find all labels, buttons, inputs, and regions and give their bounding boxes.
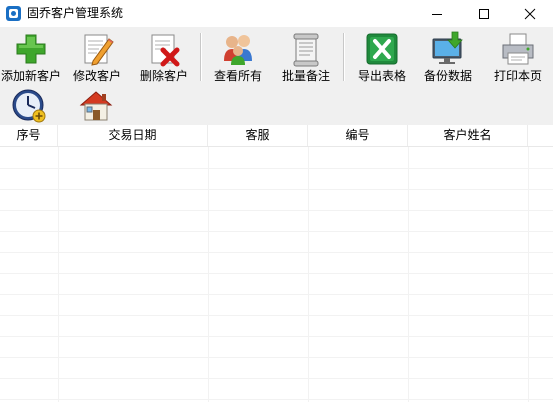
batch-note-label: 批量备注 <box>281 69 330 83</box>
edit-document-icon <box>84 34 114 66</box>
delete-customer-label: 删除客户 <box>139 69 188 83</box>
grid-row-line <box>0 378 553 379</box>
scroll-note-icon <box>293 33 319 67</box>
column-header-service[interactable]: 客服 <box>208 125 308 146</box>
users-icon <box>224 35 252 65</box>
minimize-icon <box>432 14 442 15</box>
printer-icon <box>502 33 534 65</box>
grid-column-line <box>308 147 309 402</box>
add-customer-label: 添加新客户 <box>0 69 61 83</box>
export-table-button[interactable]: 导出表格 <box>352 29 412 87</box>
close-icon <box>524 8 536 20</box>
grid-row-line <box>0 294 553 295</box>
delete-document-icon <box>151 34 180 67</box>
view-all-label: 查看所有 <box>213 69 262 83</box>
grid-column-line <box>208 147 209 402</box>
batch-note-button[interactable]: 批量备注 <box>276 29 336 87</box>
title-bar: 固乔客户管理系统 <box>0 0 553 27</box>
print-page-button[interactable]: 打印本页 <box>487 29 549 87</box>
customer-table: 序号 交易日期 客服 编号 客户姓名 <box>0 125 553 402</box>
grid-row-line <box>0 357 553 358</box>
toolbar-separator <box>343 33 345 81</box>
add-icon <box>16 34 46 64</box>
window-title: 固乔客户管理系统 <box>27 6 124 20</box>
column-header-trade-date[interactable]: 交易日期 <box>58 125 208 146</box>
export-table-label: 导出表格 <box>357 69 406 83</box>
excel-icon <box>366 33 398 65</box>
minimize-button[interactable] <box>414 0 460 27</box>
column-header-number[interactable]: 编号 <box>308 125 408 146</box>
grid-row-line <box>0 252 553 253</box>
home-icon <box>79 91 113 121</box>
grid-row-line <box>0 336 553 337</box>
print-page-label: 打印本页 <box>493 69 542 83</box>
edit-customer-button[interactable]: 修改客户 <box>66 29 128 87</box>
close-button[interactable] <box>507 0 553 27</box>
grid-column-line <box>58 147 59 402</box>
column-header-index[interactable]: 序号 <box>0 125 58 146</box>
grid-row-line <box>0 168 553 169</box>
grid-row-line <box>0 273 553 274</box>
backup-data-label: 备份数据 <box>423 69 472 83</box>
table-body[interactable] <box>0 147 553 402</box>
backup-data-button[interactable]: 备份数据 <box>418 29 478 87</box>
grid-row-line <box>0 231 553 232</box>
grid-row-line <box>0 399 553 400</box>
toolbar: 添加新客户 修改客户 删除客户 查看所有 批量备注 导出表格 备份数据 打印本页 <box>0 27 553 125</box>
grid-row-line <box>0 210 553 211</box>
home-button[interactable] <box>78 89 114 123</box>
clock-add-icon <box>12 89 46 123</box>
table-header: 序号 交易日期 客服 编号 客户姓名 <box>0 125 553 147</box>
add-customer-button[interactable]: 添加新客户 <box>0 29 62 87</box>
schedule-button[interactable] <box>11 89 47 123</box>
view-all-button[interactable]: 查看所有 <box>208 29 268 87</box>
delete-customer-button[interactable]: 删除客户 <box>134 29 194 87</box>
maximize-icon <box>479 9 489 19</box>
maximize-button[interactable] <box>461 0 507 27</box>
grid-row-line <box>0 315 553 316</box>
grid-column-line <box>528 147 529 402</box>
column-header-customer-name[interactable]: 客户姓名 <box>408 125 528 146</box>
toolbar-separator <box>200 33 202 81</box>
app-logo-icon <box>6 6 21 21</box>
edit-customer-label: 修改客户 <box>72 69 121 83</box>
grid-row-line <box>0 189 553 190</box>
grid-column-line <box>408 147 409 402</box>
backup-monitor-icon <box>432 31 463 64</box>
